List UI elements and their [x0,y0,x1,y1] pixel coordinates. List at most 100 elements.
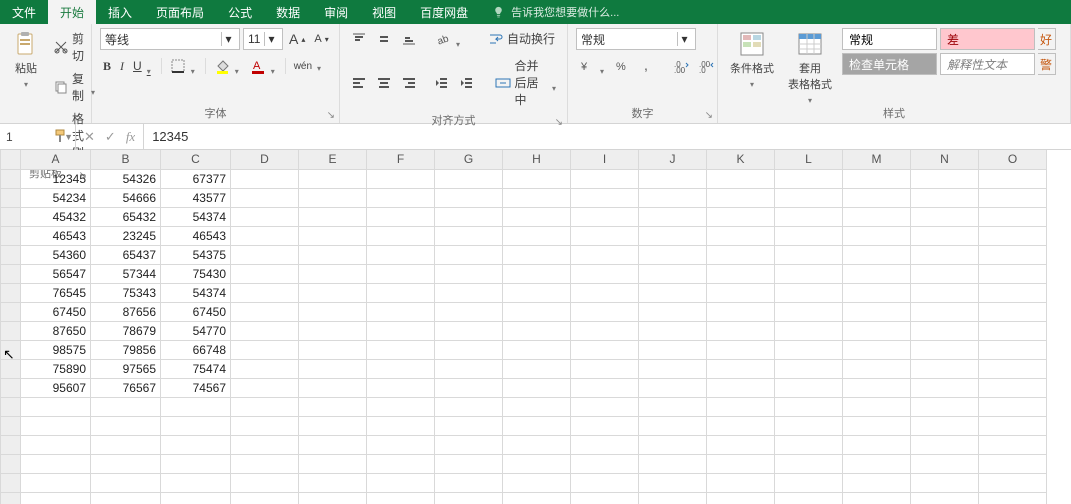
cell-style-explanatory[interactable]: 解释性文本 [940,53,1035,75]
cell[interactable] [435,302,503,321]
cell[interactable] [503,454,571,473]
cell[interactable] [639,378,707,397]
cell[interactable] [231,340,299,359]
row-header[interactable] [1,207,21,226]
cell[interactable] [571,226,639,245]
cell[interactable] [503,264,571,283]
cell[interactable] [231,169,299,188]
cell[interactable] [503,321,571,340]
cell[interactable] [843,454,911,473]
cell[interactable] [707,435,775,454]
cell[interactable] [231,264,299,283]
tab-insert[interactable]: 插入 [96,0,144,24]
cell[interactable]: 57344 [91,264,161,283]
cell[interactable] [299,397,367,416]
font-size-combo[interactable]: 11▾ [243,28,283,50]
cell[interactable] [299,264,367,283]
cell[interactable] [911,454,979,473]
cell[interactable] [299,454,367,473]
cell-style-bad[interactable]: 差 [940,28,1035,50]
cell[interactable] [571,169,639,188]
cell[interactable] [707,378,775,397]
wrap-text-button[interactable]: 自动换行 [485,28,558,49]
cell[interactable]: 45432 [21,207,91,226]
cell[interactable] [161,492,231,504]
cell[interactable] [639,283,707,302]
cell[interactable] [979,416,1047,435]
cell[interactable] [707,359,775,378]
dialog-launcher-icon[interactable]: ↘ [327,110,335,121]
cell[interactable] [979,207,1047,226]
merge-center-button[interactable]: 合并后居中 [492,55,559,110]
cell[interactable] [775,302,843,321]
cell[interactable] [299,473,367,492]
cell[interactable] [707,226,775,245]
cell[interactable] [503,283,571,302]
cell-style-normal[interactable]: 常规 [842,28,937,50]
cell[interactable] [161,416,231,435]
cell[interactable] [979,169,1047,188]
cell[interactable] [843,340,911,359]
cell[interactable] [571,359,639,378]
cell[interactable] [775,454,843,473]
cell[interactable]: 66748 [161,340,231,359]
cell[interactable]: 54374 [161,207,231,226]
tab-home[interactable]: 开始 [48,0,96,24]
cell[interactable] [911,492,979,504]
cell[interactable] [911,340,979,359]
cell[interactable] [571,473,639,492]
row-header[interactable] [1,340,21,359]
cell[interactable] [299,188,367,207]
row-header[interactable] [1,397,21,416]
cell[interactable] [571,378,639,397]
column-header-M[interactable]: M [843,150,911,169]
cell[interactable] [231,207,299,226]
phonetic-guide-button[interactable]: wén [291,59,326,74]
cell[interactable]: 87656 [91,302,161,321]
cell[interactable] [435,321,503,340]
cell[interactable]: 12345 [21,169,91,188]
cell[interactable]: 65432 [91,207,161,226]
cell[interactable]: 54234 [21,188,91,207]
cell[interactable] [639,454,707,473]
cell[interactable] [911,378,979,397]
insert-function-button[interactable]: fx [126,129,135,145]
italic-button[interactable]: I [117,57,127,76]
cell[interactable] [571,283,639,302]
cell[interactable] [843,416,911,435]
cell[interactable] [367,321,435,340]
cell[interactable] [299,321,367,340]
cell[interactable]: 23245 [91,226,161,245]
cell[interactable] [571,397,639,416]
cell[interactable] [979,473,1047,492]
tab-page-layout[interactable]: 页面布局 [144,0,216,24]
cell[interactable] [775,169,843,188]
cell[interactable] [775,321,843,340]
cell[interactable] [843,188,911,207]
cell[interactable] [775,435,843,454]
cell[interactable] [775,226,843,245]
cell[interactable] [435,454,503,473]
cell[interactable]: 46543 [161,226,231,245]
cell[interactable] [299,340,367,359]
copy-button[interactable]: 复制 [50,68,98,106]
cell[interactable] [775,245,843,264]
dialog-launcher-icon[interactable]: ↘ [555,117,563,128]
increase-font-button[interactable]: A▴ [286,29,308,49]
tell-me-search[interactable]: 告诉我您想要做什么... [490,0,619,24]
cell[interactable] [231,245,299,264]
cell[interactable] [707,340,775,359]
cell[interactable] [435,264,503,283]
cell[interactable] [231,492,299,504]
cell[interactable] [571,416,639,435]
cell[interactable] [775,492,843,504]
cell[interactable] [503,378,571,397]
increase-decimal-button[interactable]: .0.00 [671,56,693,76]
cell[interactable] [775,473,843,492]
cell[interactable]: 67377 [161,169,231,188]
cell[interactable] [231,378,299,397]
cell[interactable] [571,321,639,340]
cell[interactable] [843,169,911,188]
cancel-formula-button[interactable]: ✕ [84,129,95,145]
cell[interactable] [639,245,707,264]
